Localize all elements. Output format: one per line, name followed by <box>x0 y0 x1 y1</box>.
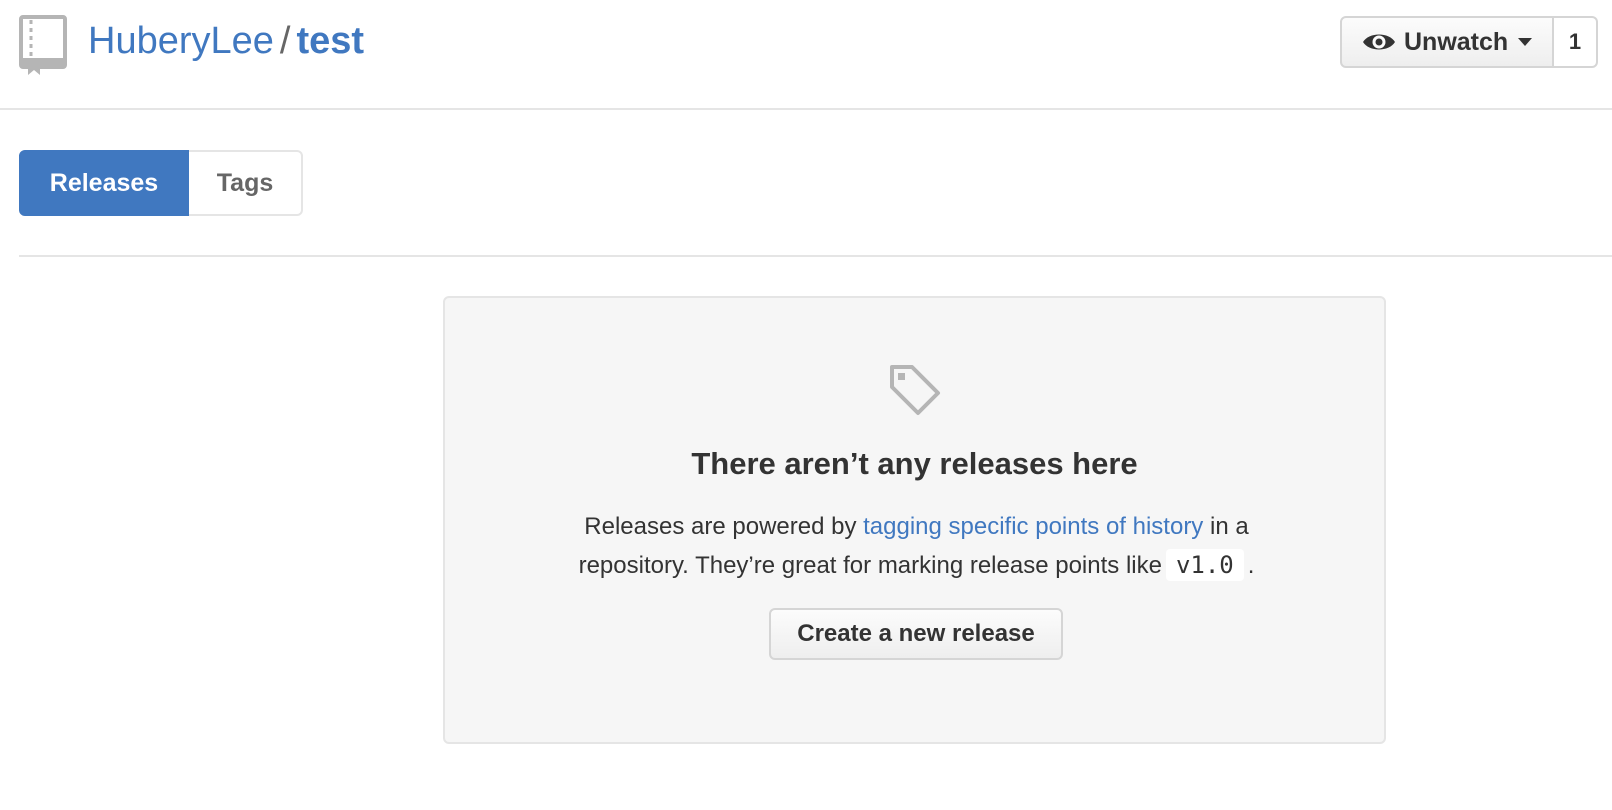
repo-title: HuberyLee / test <box>88 18 364 64</box>
create-new-release-button[interactable]: Create a new release <box>769 608 1063 660</box>
repo-owner-link[interactable]: HuberyLee <box>88 20 274 62</box>
subnav-divider <box>19 255 1612 257</box>
repo-name-link[interactable]: test <box>296 20 364 62</box>
tab-releases[interactable]: Releases <box>19 150 189 216</box>
eye-icon <box>1363 34 1395 50</box>
repo-header: HuberyLee / test Unwatch 1 <box>0 0 1612 110</box>
watchers-count-link[interactable]: 1 <box>1554 16 1598 68</box>
tagging-history-link[interactable]: tagging specific points of history <box>863 513 1203 540</box>
repo-path-separator: / <box>279 20 291 62</box>
watch-button-group: Unwatch 1 <box>1340 16 1598 68</box>
blankslate-description: Releases are powered by tagging specific… <box>545 508 1288 585</box>
unwatch-button[interactable]: Unwatch <box>1340 16 1554 68</box>
version-code-example: v1.0 <box>1165 549 1244 581</box>
caret-down-icon <box>1518 38 1533 46</box>
releases-subnav: Releases Tags <box>19 150 303 216</box>
tab-tags[interactable]: Tags <box>189 150 303 216</box>
blankslate-title: There aren’t any releases here <box>691 446 1138 481</box>
releases-blankslate: There aren’t any releases here Releases … <box>443 296 1386 744</box>
unwatch-label: Unwatch <box>1404 27 1509 56</box>
repo-book-icon <box>19 15 67 75</box>
tag-icon <box>890 365 940 415</box>
blankslate-text-start: Releases are powered by <box>584 513 864 540</box>
blankslate-text-end: . <box>1247 552 1255 579</box>
